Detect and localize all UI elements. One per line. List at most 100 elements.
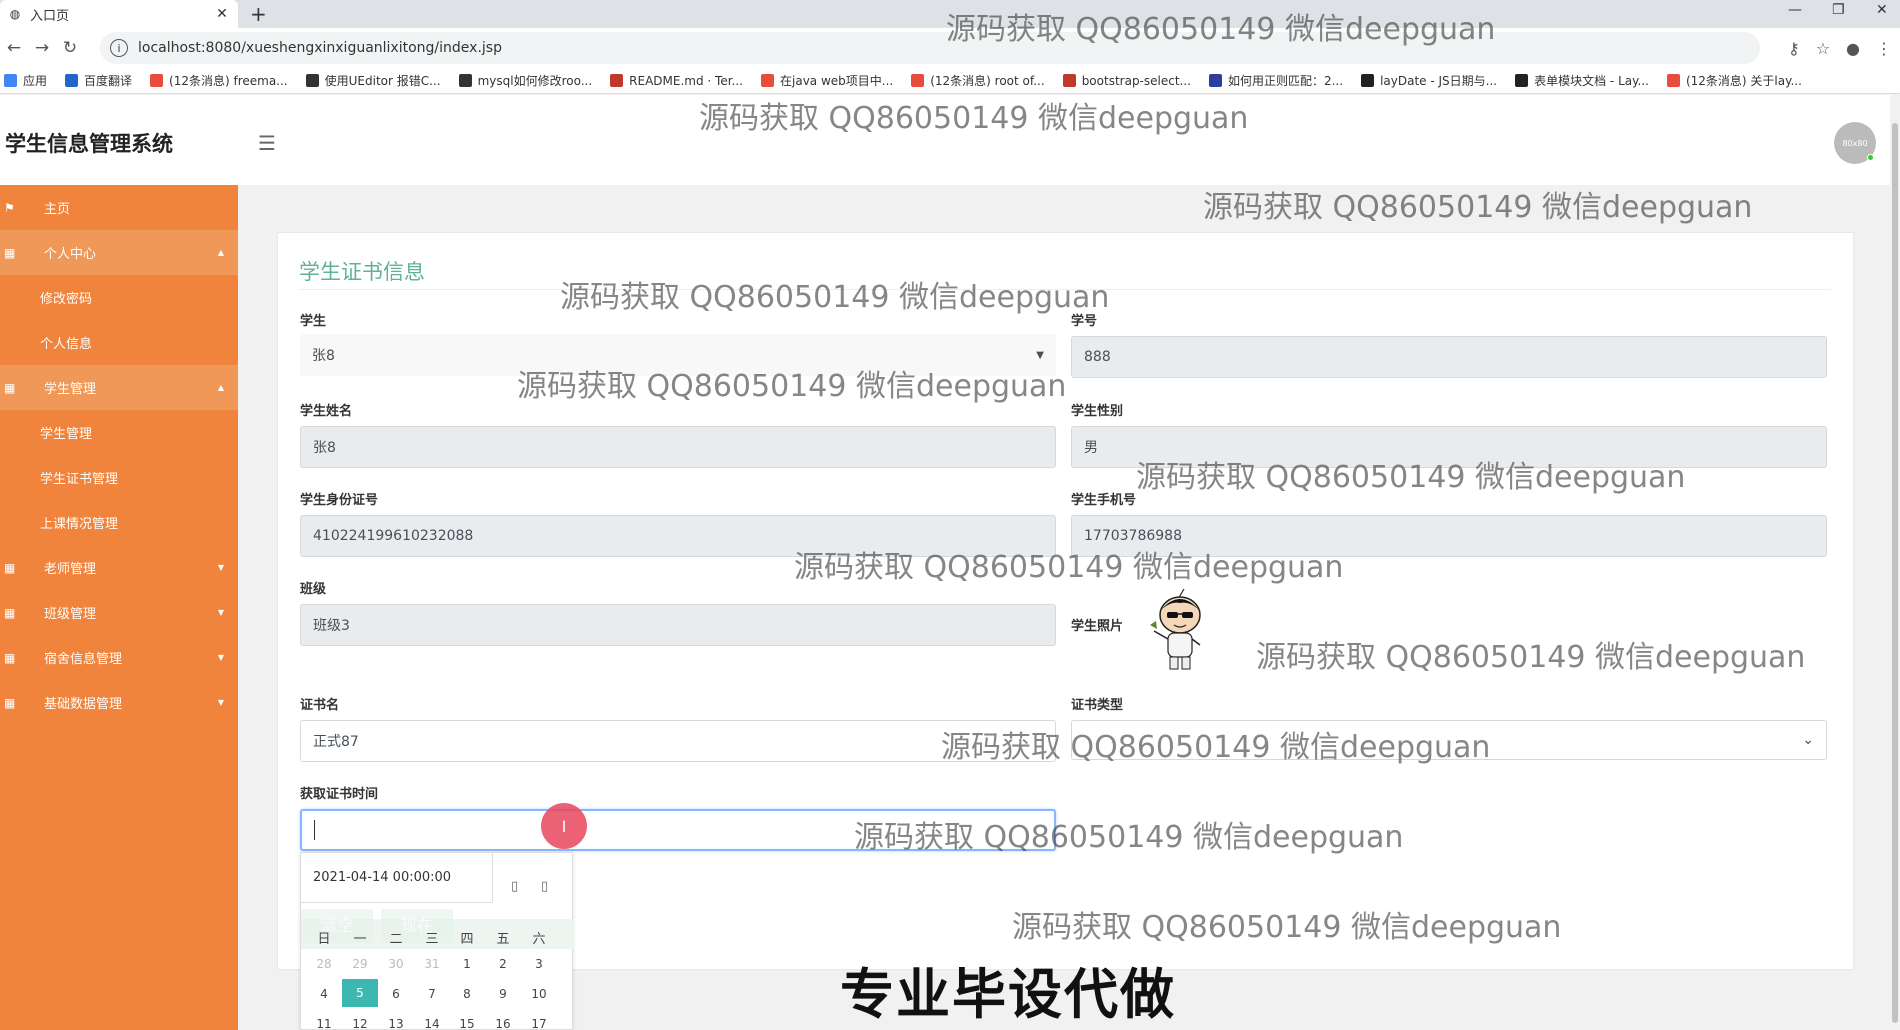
- bookmark-item[interactable]: mysql如何修改roo...: [458, 72, 592, 89]
- sidebar-item-label: 修改密码: [40, 292, 93, 307]
- id-field[interactable]: 410224199610232088: [300, 515, 1056, 557]
- avatar[interactable]: 80x80: [1834, 122, 1876, 164]
- window-close-icon[interactable]: ✕: [1876, 2, 1888, 18]
- sidebar-item[interactable]: ▦ 学生管理 ▲: [0, 365, 238, 410]
- name-field[interactable]: 张8: [300, 426, 1056, 468]
- title-divider: [299, 289, 1831, 290]
- sidebar-item[interactable]: ▦ 老师管理 ▼: [0, 545, 238, 590]
- bookmark-item[interactable]: 在java web项目中...: [761, 72, 893, 89]
- bookmark-icon: [4, 74, 17, 87]
- flag-icon: ⚑: [4, 200, 15, 215]
- restore-icon[interactable]: ❐: [1832, 2, 1845, 18]
- sidebar-item[interactable]: ▦ 个人中心 ▲: [0, 230, 238, 275]
- date-picker[interactable]: 清空 现在 2021-04-14 00:00:00 ▯ ▯ 日一二三四五六 28 2…: [300, 852, 574, 1030]
- calendar-day[interactable]: 31: [414, 957, 450, 971]
- sidebar-item-label: 上课情况管理: [40, 517, 119, 532]
- calendar-day[interactable]: 6: [378, 987, 414, 1001]
- cert-time-field[interactable]: [300, 809, 1056, 851]
- calendar-day[interactable]: 12: [342, 1017, 378, 1030]
- calendar-day[interactable]: 17: [521, 1017, 557, 1030]
- bookmark-item[interactable]: 百度翻译: [65, 72, 132, 89]
- date-picker-value[interactable]: 2021-04-14 00:00:00: [301, 853, 493, 903]
- minimize-icon[interactable]: —: [1788, 2, 1802, 18]
- url-field[interactable]: i localhost:8080/xueshengxinxiguanlixito…: [100, 32, 1760, 64]
- sidebar-item[interactable]: 上课情况管理: [0, 500, 238, 545]
- calendar-day[interactable]: 14: [414, 1017, 450, 1030]
- calendar-day[interactable]: 1: [449, 957, 485, 971]
- bookmark-label: 在java web项目中...: [780, 74, 894, 88]
- bookmark-item[interactable]: 应用: [4, 72, 47, 89]
- bookmark-icon: [1062, 74, 1076, 87]
- new-tab-icon[interactable]: +: [250, 2, 267, 26]
- calendar-day[interactable]: 9: [485, 987, 521, 1001]
- cert-type-select[interactable]: ⌄: [1071, 720, 1827, 760]
- calendar-day[interactable]: 3: [521, 957, 557, 971]
- sidebar-item[interactable]: 个人信息: [0, 320, 238, 365]
- student-no-field[interactable]: 888: [1071, 336, 1827, 378]
- forward-icon[interactable]: →: [28, 38, 56, 58]
- bookmark-item[interactable]: README.md · Ter...: [610, 74, 743, 88]
- gender-field[interactable]: 男: [1071, 426, 1827, 468]
- calendar-day[interactable]: 29: [342, 957, 378, 971]
- next-month-icon[interactable]: ▯: [541, 879, 548, 894]
- scrollbar-thumb[interactable]: [1892, 123, 1898, 1023]
- bookmark-item[interactable]: 使用UEditor 报错C...: [305, 72, 441, 89]
- gender-label: 学生性别: [1071, 404, 1124, 419]
- student-select[interactable]: 张8 ▼: [300, 334, 1056, 376]
- calendar-day[interactable]: 5: [342, 979, 378, 1007]
- calendar-day[interactable]: 4: [306, 987, 342, 1001]
- page-scrollbar[interactable]: [1890, 95, 1900, 1030]
- student-photo[interactable]: [1148, 585, 1208, 673]
- prev-month-icon[interactable]: ▯: [511, 879, 518, 894]
- calendar-day[interactable]: 28: [306, 957, 342, 971]
- calendar-day[interactable]: 16: [485, 1017, 521, 1030]
- bookmark-item[interactable]: (12条消息) root of...: [911, 72, 1045, 89]
- bookmark-item[interactable]: 如何用正则匹配：2...: [1208, 72, 1343, 89]
- calendar-day[interactable]: 15: [449, 1017, 485, 1030]
- sidebar-item[interactable]: 修改密码: [0, 275, 238, 320]
- cert-name-field[interactable]: 正式87: [300, 720, 1056, 762]
- bookmark-label: 应用: [23, 74, 48, 88]
- bookmark-item[interactable]: (12条消息) 关于lay...: [1666, 72, 1802, 89]
- reload-icon[interactable]: ↻: [56, 38, 84, 58]
- cert-name-label: 证书名: [300, 698, 340, 713]
- sidebar-item[interactable]: ▦ 基础数据管理 ▼: [0, 680, 238, 725]
- sidebar-item[interactable]: ⚑ 主页: [0, 185, 238, 230]
- back-icon[interactable]: ←: [0, 38, 28, 58]
- calendar-day[interactable]: 7: [414, 987, 450, 1001]
- app-header: 学生信息管理系统 ☰ 80x80: [0, 95, 1890, 185]
- menu-dots-icon[interactable]: ⋮: [1876, 39, 1892, 58]
- bookmark-icon: [1666, 74, 1680, 87]
- sidebar-item[interactable]: 学生管理: [0, 410, 238, 455]
- class-field[interactable]: 班级3: [300, 604, 1056, 646]
- bookmark-label: README.md · Ter...: [629, 73, 743, 88]
- calendar-day[interactable]: 2: [485, 957, 521, 971]
- browser-tab[interactable]: ◍ 入口页 ✕: [0, 0, 238, 28]
- sidebar-item-label: 学生管理: [44, 382, 97, 397]
- calendar-day[interactable]: 30: [378, 957, 414, 971]
- bookmark-item[interactable]: bootstrap-select...: [1062, 74, 1191, 88]
- bookmark-item[interactable]: (12条消息) freema...: [150, 72, 288, 89]
- bookmark-item[interactable]: layDate - JS日期与...: [1361, 72, 1497, 89]
- hamburger-menu-icon[interactable]: ☰: [258, 131, 276, 155]
- key-icon[interactable]: ⚷: [1788, 39, 1800, 58]
- phone-field[interactable]: 17703786988: [1071, 515, 1827, 557]
- grid-icon: ▦: [4, 560, 16, 575]
- calendar-day[interactable]: 10: [521, 987, 557, 1001]
- info-icon[interactable]: i: [110, 39, 128, 57]
- calendar-day[interactable]: 8: [449, 987, 485, 1001]
- calendar-day[interactable]: 13: [378, 1017, 414, 1030]
- cert-type-label: 证书类型: [1071, 698, 1124, 713]
- close-tab-icon[interactable]: ✕: [214, 6, 230, 22]
- sidebar-item[interactable]: ▦ 班级管理 ▼: [0, 590, 238, 635]
- watermark: 源码获取 QQ86050149 微信deepguan: [1203, 190, 1753, 225]
- sidebar-item[interactable]: 学生证书管理: [0, 455, 238, 500]
- star-icon[interactable]: ☆: [1816, 39, 1830, 58]
- bookmark-item[interactable]: 表单模块文档 - Lay...: [1515, 72, 1649, 89]
- sidebar-item[interactable]: ▦ 宿舍信息管理 ▼: [0, 635, 238, 680]
- calendar-day[interactable]: 11: [306, 1017, 342, 1030]
- weekday-label: 一: [353, 932, 367, 947]
- promo-slogan: 专业毕设代做: [840, 963, 1176, 1026]
- profile-icon[interactable]: ●: [1846, 39, 1860, 58]
- avatar-text: 80x80: [1842, 138, 1868, 148]
